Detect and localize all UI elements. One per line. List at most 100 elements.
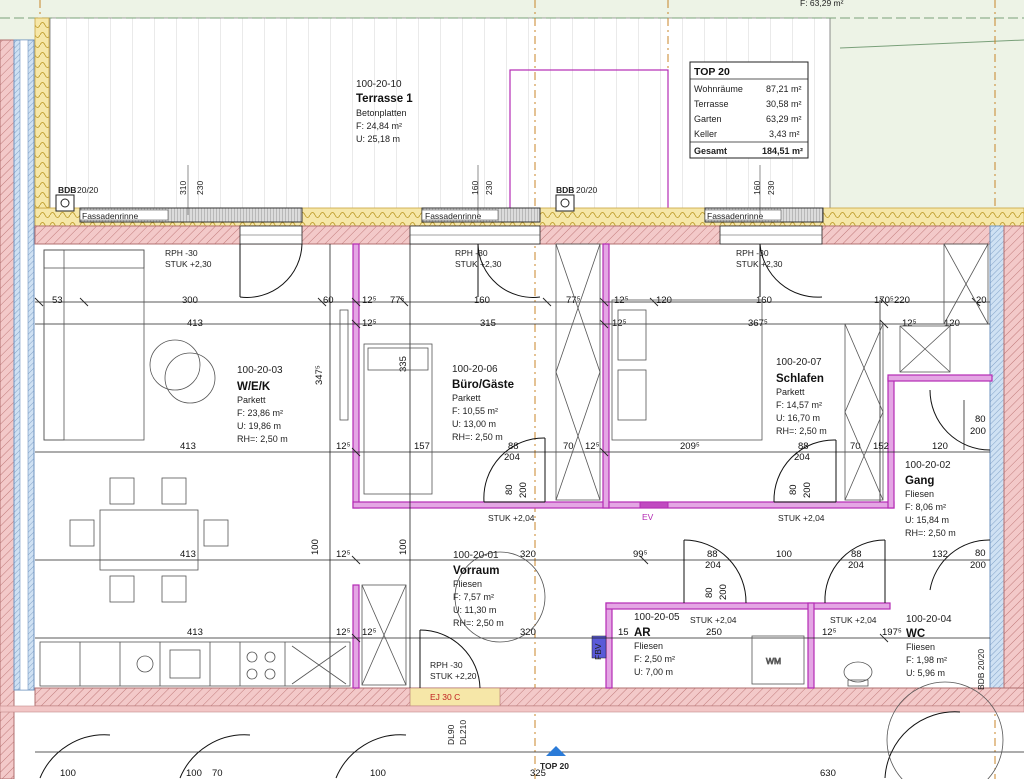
gutter-label: Fassadenrinne bbox=[425, 211, 482, 221]
dimension-text: 100 bbox=[370, 768, 386, 779]
dimension-text: 413 bbox=[187, 318, 203, 329]
svg-text:W/E/K: W/E/K bbox=[237, 381, 271, 393]
svg-text:AR: AR bbox=[634, 627, 651, 639]
svg-text:U: 13,00 m: U: 13,00 m bbox=[452, 419, 496, 429]
rph-label: RPH -30 bbox=[736, 248, 769, 258]
dimension-text: 120 bbox=[656, 295, 672, 306]
room-label-gang: 100-20-02 Gang Fliesen F: 8,06 m² U: 15,… bbox=[905, 460, 956, 538]
svg-text:Büro/Gäste: Büro/Gäste bbox=[452, 379, 514, 391]
dimension-text: 12⁵ bbox=[902, 318, 917, 329]
dimension-text: 70 bbox=[212, 768, 223, 779]
svg-text:Fliesen: Fliesen bbox=[906, 642, 935, 652]
round-rug bbox=[149, 339, 216, 404]
svg-text:20/20: 20/20 bbox=[576, 185, 598, 195]
dimension-text: 80 bbox=[975, 414, 986, 425]
svg-text:Vorraum: Vorraum bbox=[453, 565, 499, 577]
svg-text:F: 23,86 m²: F: 23,86 m² bbox=[237, 408, 283, 418]
dimension-text: 367⁵ bbox=[748, 318, 768, 329]
dimension-text: 347⁵ bbox=[314, 365, 325, 385]
dimension-text: 413 bbox=[180, 549, 196, 560]
dimension-text: 80 bbox=[788, 484, 799, 495]
door-swing bbox=[239, 243, 303, 298]
sofa bbox=[43, 249, 145, 441]
top20-entrance-marker: TOP 20 bbox=[540, 746, 569, 771]
stuk-label: STUK +2,04 bbox=[778, 513, 825, 523]
svg-text:Fliesen: Fliesen bbox=[634, 641, 663, 651]
dimension-text: 80 bbox=[975, 548, 986, 559]
parapet-height: 230 bbox=[766, 181, 776, 195]
fbv-label: FBV bbox=[593, 643, 603, 660]
dimension-text: 220 bbox=[894, 295, 910, 306]
dimension-text: 300 bbox=[182, 295, 198, 306]
svg-text:Fliesen: Fliesen bbox=[905, 489, 934, 499]
svg-text:100-20-05: 100-20-05 bbox=[634, 612, 680, 623]
exterior-wall-bottom bbox=[34, 687, 1024, 707]
dimension-text: 413 bbox=[187, 627, 203, 638]
terrace-name: Terrasse 1 bbox=[356, 93, 413, 105]
dimension-text: 630 bbox=[820, 768, 836, 779]
svg-text:F: 7,57 m²: F: 7,57 m² bbox=[453, 592, 494, 602]
svg-text:Parkett: Parkett bbox=[776, 387, 805, 397]
rph-label: RPH -30 bbox=[455, 248, 488, 258]
svg-text:Gesamt: Gesamt bbox=[694, 146, 727, 156]
wardrobe bbox=[899, 325, 951, 373]
double-bed bbox=[611, 299, 763, 441]
rph-label: RPH -30 bbox=[165, 248, 198, 258]
dimension-text: 100 bbox=[398, 539, 409, 555]
top-right-area-label: F: 63,29 m² bbox=[800, 0, 844, 8]
partition-wall bbox=[352, 243, 360, 509]
parapet-height: 310 bbox=[178, 181, 188, 195]
dimension-text: 315 bbox=[480, 318, 496, 329]
svg-text:Keller: Keller bbox=[694, 129, 717, 139]
dimension-text: 100 bbox=[310, 539, 321, 555]
dimension-text: 60 bbox=[323, 295, 334, 306]
dimension-text: 88 bbox=[851, 549, 862, 560]
svg-text:BDB: BDB bbox=[58, 185, 76, 195]
svg-text:30,58 m²: 30,58 m² bbox=[766, 99, 802, 109]
dimension-text: 100 bbox=[186, 768, 202, 779]
room-label-ar: 100-20-05 AR Fliesen F: 2,50 m² U: 7,00 … bbox=[634, 612, 680, 677]
dimension-text: 209⁵ bbox=[680, 441, 700, 452]
dimension-text: 200 bbox=[970, 426, 986, 437]
svg-text:WM: WM bbox=[766, 656, 781, 666]
svg-text:RH=: 2,50 m: RH=: 2,50 m bbox=[237, 434, 288, 444]
terrace-floor: Betonplatten bbox=[356, 108, 407, 118]
svg-text:100-20-06: 100-20-06 bbox=[452, 364, 498, 375]
dimension-text: 200 bbox=[970, 560, 986, 571]
dimension-text: 12⁵ bbox=[612, 318, 627, 329]
dimension-text: 53 bbox=[52, 295, 63, 306]
dimension-text: 100 bbox=[60, 768, 76, 779]
svg-text:63,29 m²: 63,29 m² bbox=[766, 114, 802, 124]
svg-text:TOP 20: TOP 20 bbox=[540, 761, 569, 771]
stuk-label: STUK +2,04 bbox=[690, 615, 737, 625]
dimension-text: 80 bbox=[504, 484, 515, 495]
dimension-text: 12⁵ bbox=[336, 627, 351, 638]
terrace-number: 100-20-10 bbox=[356, 79, 402, 90]
svg-text:U: 7,00 m: U: 7,00 m bbox=[634, 667, 673, 677]
dining-table bbox=[69, 477, 229, 603]
dimension-text: 200 bbox=[518, 482, 529, 498]
svg-text:Parkett: Parkett bbox=[452, 393, 481, 403]
gutter-label: Fassadenrinne bbox=[82, 211, 139, 221]
svg-text:Terrasse: Terrasse bbox=[694, 99, 729, 109]
svg-text:3,43 m²: 3,43 m² bbox=[769, 129, 800, 139]
dimension-text: 12⁵ bbox=[362, 627, 377, 638]
dl-label: DL90 bbox=[446, 724, 456, 745]
svg-text:U: 11,30 m: U: 11,30 m bbox=[453, 605, 496, 615]
stuk-label: STUK +2,04 bbox=[488, 513, 535, 523]
wardrobe bbox=[844, 323, 884, 501]
dimension-text: 12⁵ bbox=[336, 441, 351, 452]
svg-text:RH=: 2,50 m: RH=: 2,50 m bbox=[776, 426, 827, 436]
svg-text:Gang: Gang bbox=[905, 475, 934, 487]
svg-text:100-20-02: 100-20-02 bbox=[905, 460, 951, 471]
svg-text:Parkett: Parkett bbox=[237, 395, 266, 405]
gutter-label: Fassadenrinne bbox=[707, 211, 764, 221]
dimension-text: 15 bbox=[618, 627, 629, 638]
svg-text:RH=: 2,50 m: RH=: 2,50 m bbox=[452, 432, 503, 442]
dimension-text: 204 bbox=[705, 560, 721, 571]
dimension-text: 12⁵ bbox=[336, 549, 351, 560]
dimension-text: 12⁵ bbox=[362, 318, 377, 329]
dimension-text: 80 bbox=[704, 587, 715, 598]
toilet bbox=[843, 661, 873, 687]
dimension-text: 70 bbox=[850, 441, 861, 452]
